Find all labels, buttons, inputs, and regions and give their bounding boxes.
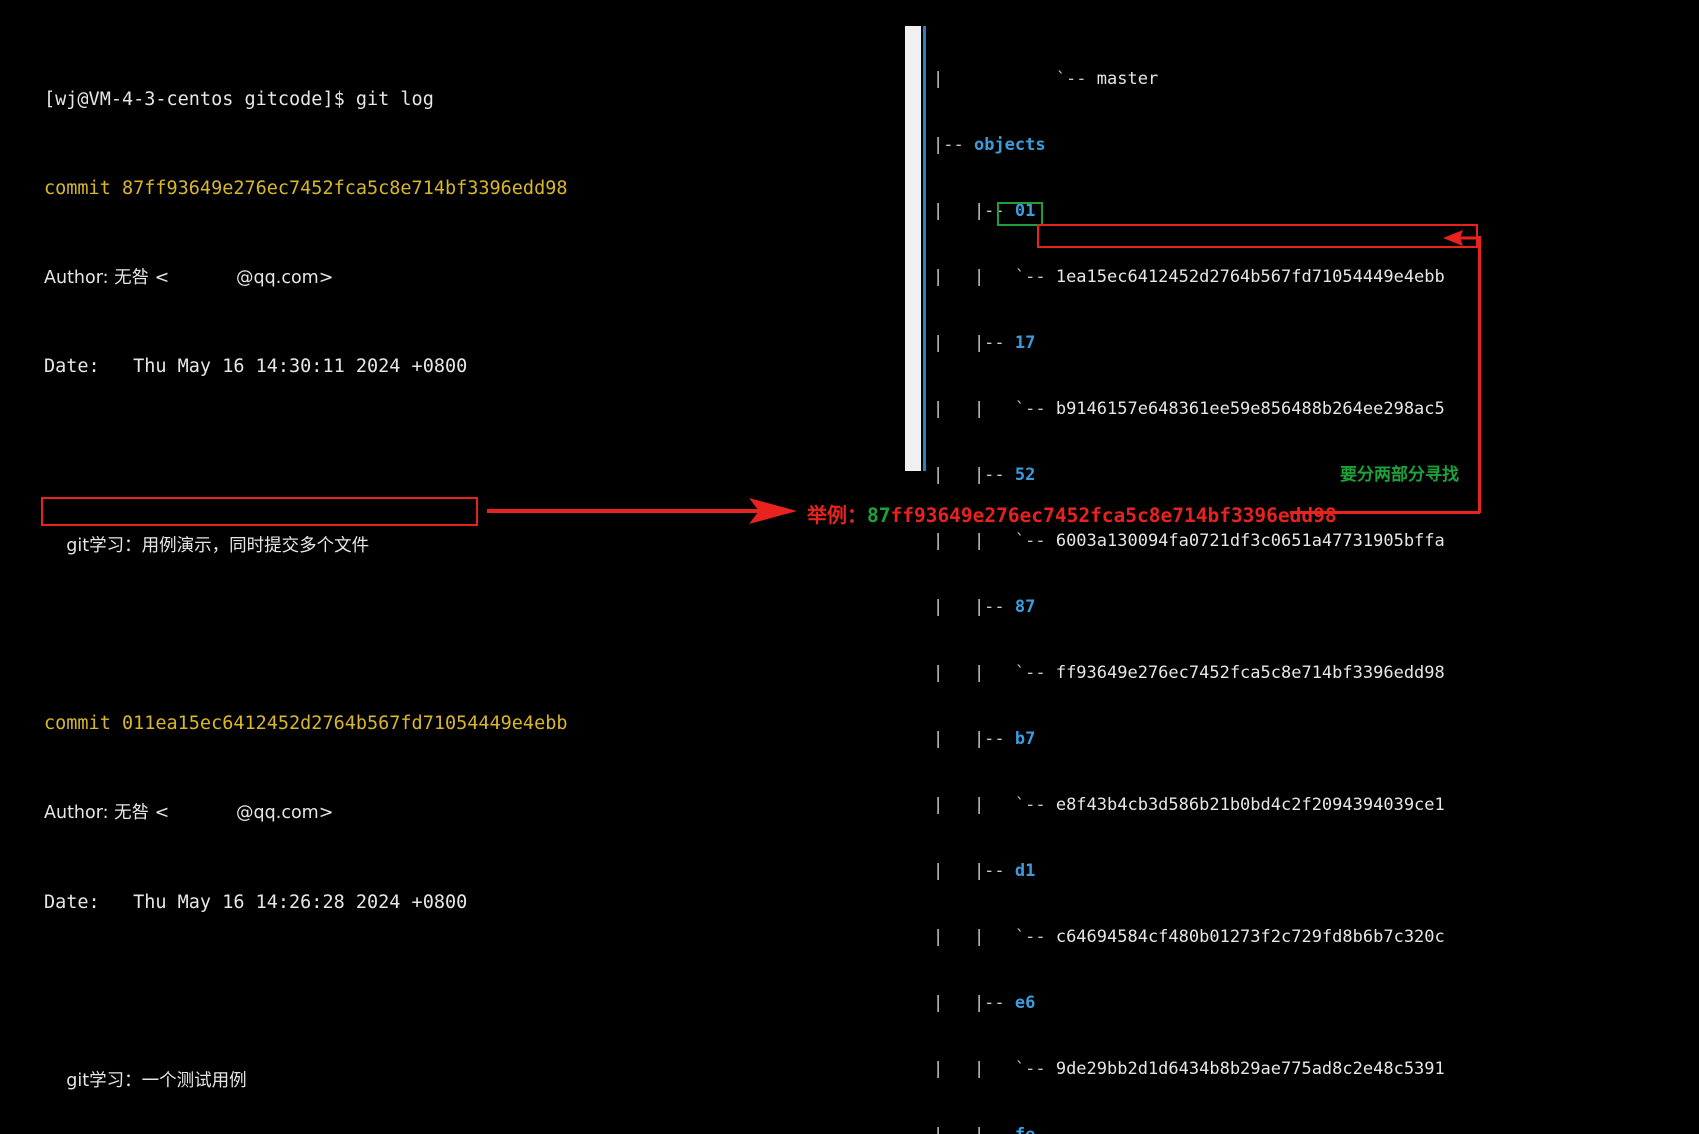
commit-message: git学习：一个测试用例 [44, 1070, 247, 1091]
tree-node-name: d1 [1014, 861, 1036, 881]
commit-hash: 87ff93649e276ec7452fca5c8e714bf3396edd98 [110, 178, 568, 200]
tree-node-name: 9de29bb2d1d6434b8b29ae775ad8c2e48c5391 [1055, 1059, 1445, 1079]
highlight-box-object-file [1037, 224, 1478, 248]
scroll-strip-white [905, 26, 921, 471]
tree-branch: | |-- [933, 1125, 1015, 1134]
tree-row: | | `-- 1ea15ec6412452d2764b567fd7105444… [933, 266, 1445, 288]
tree-node-name-87: 87 [1014, 597, 1036, 617]
tree-row: | |-- e6 [933, 992, 1445, 1014]
commit-label: commit [44, 713, 111, 735]
tree-branch: | |-- [933, 597, 1015, 617]
annotation-connector-vertical [1478, 236, 1481, 513]
highlight-box-master-hash [41, 497, 478, 526]
tree-branch: | | `-- [933, 927, 1056, 947]
directory-tree: | `-- master |-- objects | |-- 01 | | `-… [933, 24, 1445, 1134]
terminal-output-left: [wj@VM-4-3-centos gitcode]$ git log comm… [44, 22, 904, 1134]
tree-row: | | `-- 6003a130094fa0721df3c0651a477319… [933, 530, 1445, 552]
tree-node-name: e8f43b4cb3d586b21b0bd4c2f2094394039ce1 [1055, 795, 1445, 815]
shell-prompt: [wj@VM-4-3-centos gitcode]$ [44, 88, 345, 110]
terminal-line: Date: Thu May 16 14:30:11 2024 +0800 [44, 356, 904, 378]
terminal-line: Author: 无咎 < @qq.com> [44, 802, 904, 824]
command-text: git log [344, 88, 434, 110]
tree-row: | | `-- 9de29bb2d1d6434b8b29ae775ad8c2e4… [933, 1058, 1445, 1080]
tree-row-87: | |-- 87 [933, 596, 1445, 618]
commit-message: git学习：用例演示，同时提交多个文件 [44, 535, 370, 556]
tree-row: | `-- master [933, 68, 1445, 90]
tree-row: |-- objects [933, 134, 1445, 156]
tree-row: | |-- b7 [933, 728, 1445, 750]
terminal-line: git学习：用例演示，同时提交多个文件 [44, 535, 904, 557]
date-line: Date: Thu May 16 14:26:28 2024 +0800 [44, 891, 468, 913]
terminal-line: Date: Thu May 16 14:26:28 2024 +0800 [44, 892, 904, 914]
tree-node-name: b9146157e648361ee59e856488b264ee298ac5 [1055, 399, 1445, 419]
tree-branch: | |-- [933, 333, 1015, 353]
tree-branch: | |-- [933, 861, 1015, 881]
terminal-line: Author: 无咎 < @qq.com> [44, 267, 904, 289]
tree-node-name: master [1096, 69, 1159, 89]
scroll-strip-blue [923, 26, 926, 471]
tree-row: | | `-- c64694584cf480b01273f2c729fd8b6b… [933, 926, 1445, 948]
tree-node-name: 1ea15ec6412452d2764b567fd71054449e4ebb [1055, 267, 1445, 287]
screenshot-root: [wj@VM-4-3-centos gitcode]$ git log comm… [0, 0, 1699, 1134]
tree-branch: | `-- [933, 69, 1097, 89]
tree-row-object: | | `-- ff93649e276ec7452fca5c8e714bf339… [933, 662, 1445, 684]
tree-node-name: 17 [1014, 333, 1036, 353]
tree-branch: | | `-- [933, 795, 1056, 815]
terminal-line: [wj@VM-4-3-centos gitcode]$ git log [44, 89, 904, 111]
tree-node-name: b7 [1014, 729, 1036, 749]
tree-node-name-object: ff93649e276ec7452fca5c8e714bf3396edd98 [1055, 663, 1445, 683]
tree-branch: |-- [933, 135, 974, 155]
highlight-box-dir-87 [997, 202, 1043, 226]
tree-node-name: c64694584cf480b01273f2c729fd8b6b7c320c [1055, 927, 1445, 947]
tree-branch: | | `-- [933, 399, 1056, 419]
commit-hash: 011ea15ec6412452d2764b567fd71054449e4ebb [110, 713, 568, 735]
tree-branch: | |-- [933, 465, 1015, 485]
annotation-arrow-main [487, 498, 797, 524]
annotation-arrowhead-left [1443, 230, 1481, 246]
tree-row: | |-- d1 [933, 860, 1445, 882]
commit-label: commit [44, 178, 111, 200]
tree-branch: | | `-- [933, 1059, 1056, 1079]
terminal-line: git学习：一个测试用例 [44, 1070, 904, 1092]
tree-node-name: fe [1015, 1125, 1035, 1134]
tree-node-name: e6 [1014, 993, 1036, 1013]
terminal-line: commit 011ea15ec6412452d2764b567fd710544… [44, 713, 904, 735]
tree-branch: | | `-- [933, 531, 1056, 551]
tree-branch: | | `-- [933, 663, 1056, 683]
date-line: Date: Thu May 16 14:30:11 2024 +0800 [44, 356, 468, 378]
tree-row: | | `-- b9146157e648361ee59e856488b264ee… [933, 398, 1445, 420]
annotation-example-label: 举例：87ff93649e276ec7452fca5c8e714bf3396ed… [807, 499, 1337, 528]
example-hash-prefix: 87 [867, 504, 891, 527]
tree-node-name: 52 [1014, 465, 1036, 485]
example-text: 举例： [807, 503, 867, 527]
author-line: Author: 无咎 < @qq.com> [44, 803, 334, 824]
tree-branch: | |-- [933, 993, 1015, 1013]
example-hash-rest: ff93649e276ec7452fca5c8e714bf3396edd98 [890, 504, 1337, 527]
tree-branch: | | `-- [933, 267, 1056, 287]
annotation-split-note: 要分两部分寻找 [1340, 465, 1459, 485]
tree-node-name: objects [973, 135, 1046, 155]
terminal-line: commit 87ff93649e276ec7452fca5c8e714bf33… [44, 178, 904, 200]
author-line: Author: 无咎 < @qq.com> [44, 268, 334, 289]
tree-row: | |-- 17 [933, 332, 1445, 354]
tree-node-name: 6003a130094fa0721df3c0651a47731905bffa [1055, 531, 1445, 551]
tree-row: | | `-- e8f43b4cb3d586b21b0bd4c2f2094394… [933, 794, 1445, 816]
tree-branch: | |-- [933, 729, 1015, 749]
tree-row: | |-- fe [933, 1124, 1445, 1134]
